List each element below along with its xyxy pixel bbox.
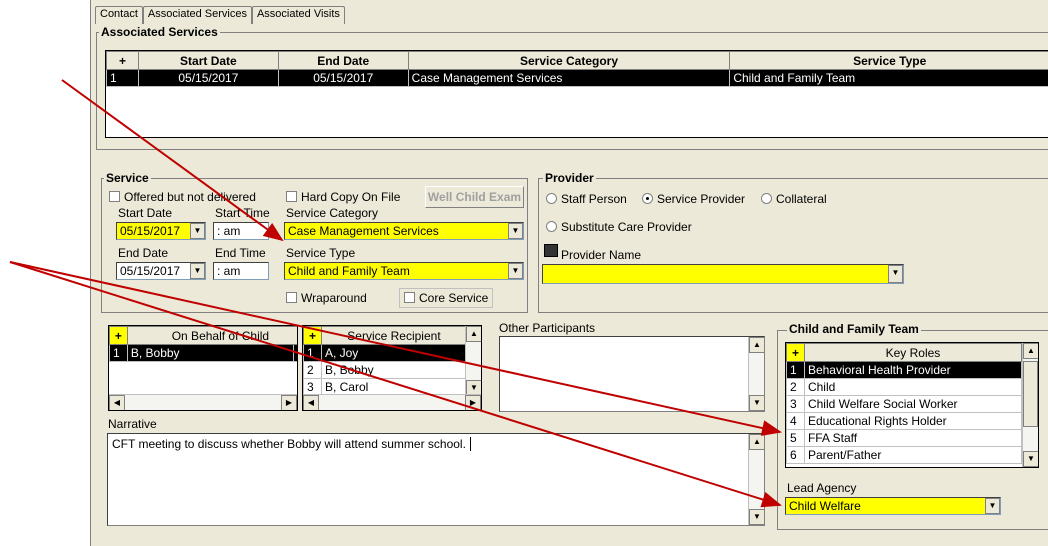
service-legend: Service: [104, 171, 151, 185]
scroll-thumb[interactable]: [1023, 361, 1038, 427]
vertical-scrollbar[interactable]: ▲ ▼: [1022, 343, 1038, 467]
table-row[interactable]: 1 A, Joy: [303, 344, 468, 362]
table-row[interactable]: 1 05/15/2017 05/15/2017 Case Management …: [106, 69, 1048, 87]
scroll-up-icon[interactable]: ▲: [749, 337, 765, 353]
chevron-down-icon[interactable]: ▼: [190, 263, 205, 279]
other-participants-field[interactable]: ▲ ▼: [499, 336, 765, 412]
tab-contact[interactable]: Contact: [95, 6, 143, 24]
radio-icon: [546, 221, 557, 232]
end-date-label: End Date: [118, 246, 169, 260]
narrative-label: Narrative: [108, 417, 157, 431]
other-participants-label: Other Participants: [499, 321, 596, 335]
key-roles-grid: + Key Roles 1 Behavioral Health Provider 2…: [785, 342, 1039, 468]
table-row[interactable]: 4 Educational Rights Holder: [786, 412, 1023, 430]
end-date-field[interactable]: 05/15/2017 ▼: [116, 262, 206, 280]
table-row[interactable]: 1 Behavioral Health Provider: [786, 361, 1023, 379]
radio-icon: [546, 193, 557, 204]
hard-copy-checkbox[interactable]: Hard Copy On File: [286, 190, 400, 204]
service-recipient-grid: + Service Recipient 1 A, Joy 2 B, Bobby 3 B,…: [302, 325, 482, 411]
radio-collateral[interactable]: Collateral: [761, 192, 827, 206]
radio-icon: [761, 193, 772, 204]
service-category-select[interactable]: Case Management Services ▼: [284, 222, 524, 240]
chevron-down-icon[interactable]: ▼: [190, 223, 205, 239]
start-date-label: Start Date: [118, 206, 173, 220]
col-service-type[interactable]: Service Type: [729, 51, 1048, 70]
scroll-left-icon[interactable]: ◀: [109, 395, 125, 410]
scroll-up-icon[interactable]: ▲: [1023, 343, 1038, 359]
vertical-scrollbar[interactable]: ▲ ▼: [465, 326, 481, 396]
provider-name-select[interactable]: ▼: [542, 264, 904, 284]
on-behalf-grid: +On Behalf of Child 1 B, Bobby 13 ◀ ▶: [108, 325, 298, 411]
tab-associated-services[interactable]: Associated Services: [142, 6, 252, 24]
radio-icon: [642, 193, 653, 204]
add-recipient-button[interactable]: +: [303, 326, 322, 345]
add-child-button[interactable]: +: [109, 326, 128, 345]
chevron-down-icon[interactable]: ▼: [985, 498, 1000, 514]
tab-associated-visits[interactable]: Associated Visits: [251, 6, 345, 24]
radio-substitute-care-provider[interactable]: Substitute Care Provider: [546, 220, 692, 234]
provider-legend: Provider: [543, 171, 596, 185]
lookup-icon[interactable]: [544, 244, 558, 257]
table-row[interactable]: 2 B, Bobby: [303, 361, 468, 379]
core-service-checkbox[interactable]: Core Service: [399, 288, 494, 308]
start-time-label: Start Time: [215, 206, 270, 220]
horizontal-scrollbar[interactable]: ◀ ▶: [109, 394, 297, 410]
radio-staff-person[interactable]: Staff Person: [546, 192, 627, 206]
provider-name-label: Provider Name: [561, 248, 642, 262]
checkbox-icon: [109, 191, 120, 202]
scroll-down-icon[interactable]: ▼: [1023, 451, 1038, 467]
col-end-date[interactable]: End Date: [277, 51, 409, 70]
chevron-down-icon[interactable]: ▼: [508, 263, 523, 279]
offered-checkbox[interactable]: Offered but not delivered: [109, 190, 256, 204]
col-on-behalf: On Behalf of Child: [126, 326, 297, 345]
narrative-field[interactable]: CFT meeting to discuss whether Bobby wil…: [107, 433, 765, 526]
scroll-right-icon[interactable]: ▶: [465, 395, 481, 410]
start-date-field[interactable]: 05/15/2017 ▼: [116, 222, 206, 240]
window: Contact Associated Services Associated V…: [90, 0, 1048, 546]
scroll-right-icon[interactable]: ▶: [281, 395, 297, 410]
wraparound-checkbox[interactable]: Wraparound: [286, 291, 367, 305]
associated-services-grid: + Start Date End Date Service Category S…: [105, 50, 1048, 138]
col-service-recipient: Service Recipient: [320, 326, 468, 345]
chevron-down-icon[interactable]: ▼: [508, 223, 523, 239]
service-type-label: Service Type: [286, 246, 356, 260]
end-time-label: End Time: [215, 246, 266, 260]
cft-legend: Child and Family Team: [787, 322, 921, 336]
scroll-up-icon[interactable]: ▲: [466, 326, 481, 342]
scroll-left-icon[interactable]: ◀: [303, 395, 319, 410]
vertical-scrollbar[interactable]: ▲ ▼: [748, 434, 765, 525]
col-key-roles: Key Roles: [803, 343, 1023, 362]
checkbox-icon: [404, 292, 415, 303]
table-row[interactable]: 3 B, Carol: [303, 378, 468, 396]
checkbox-icon: [286, 191, 297, 202]
table-row[interactable]: 3 Child Welfare Social Worker: [786, 395, 1023, 413]
lead-agency-select[interactable]: Child Welfare ▼: [785, 497, 1001, 515]
col-service-category[interactable]: Service Category: [407, 51, 731, 70]
vertical-scrollbar[interactable]: ▲ ▼: [748, 337, 765, 411]
scroll-down-icon[interactable]: ▼: [749, 509, 765, 525]
add-role-button[interactable]: +: [786, 343, 805, 362]
end-time-field[interactable]: : am: [213, 262, 269, 280]
table-row[interactable]: 6 Parent/Father: [786, 446, 1023, 464]
col-start-date[interactable]: Start Date: [137, 51, 279, 70]
tab-strip: Contact Associated Services Associated V…: [95, 6, 345, 24]
associated-services-legend: Associated Services: [99, 25, 220, 39]
radio-service-provider[interactable]: Service Provider: [642, 192, 745, 206]
checkbox-icon: [286, 292, 297, 303]
chevron-down-icon[interactable]: ▼: [888, 265, 903, 283]
lead-agency-label: Lead Agency: [787, 481, 857, 495]
scroll-up-icon[interactable]: ▲: [749, 434, 765, 450]
service-category-label: Service Category: [286, 206, 379, 220]
service-type-select[interactable]: Child and Family Team ▼: [284, 262, 524, 280]
horizontal-scrollbar[interactable]: ◀ ▶: [303, 394, 481, 410]
table-row[interactable]: 2 Child: [786, 378, 1023, 396]
well-child-exam-button[interactable]: Well Child Exam: [425, 186, 524, 208]
scroll-down-icon[interactable]: ▼: [749, 395, 765, 411]
start-time-field[interactable]: : am: [213, 222, 269, 240]
add-row-button[interactable]: +: [106, 51, 139, 70]
table-row[interactable]: 5 FFA Staff: [786, 429, 1023, 447]
table-row[interactable]: 1 B, Bobby 13: [109, 344, 297, 362]
